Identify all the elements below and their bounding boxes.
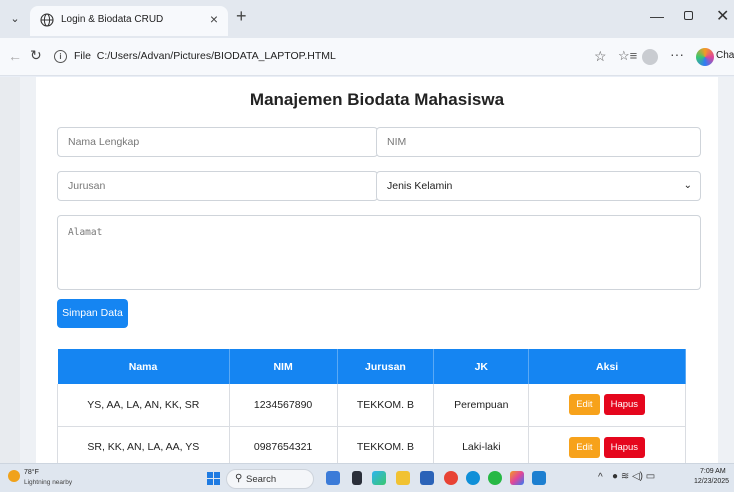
cell-aksi: Edit Hapus: [528, 384, 686, 427]
table-header-row: Nama NIM Jurusan JK Aksi: [57, 349, 686, 384]
reload-icon[interactable]: ↻: [30, 47, 42, 64]
nama-placeholder: Nama Lengkap: [68, 136, 140, 148]
store-icon[interactable]: [420, 471, 434, 485]
scrollbar[interactable]: [720, 77, 734, 463]
header-nim: NIM: [229, 349, 338, 384]
chevron-down-icon[interactable]: ⌄: [6, 10, 24, 28]
weather-icon[interactable]: [8, 470, 20, 482]
search-label: Search: [246, 474, 277, 485]
biodata-card: Manajemen Biodata Mahasiswa Nama Lengkap…: [36, 77, 718, 469]
address-text: File C:/Users/Advan/Pictures/BIODATA_LAP…: [74, 50, 336, 62]
close-icon[interactable]: ×: [210, 11, 218, 27]
cell-nama: SR, KK, AN, LA, AA, YS: [57, 426, 230, 469]
cell-nama: YS, AA, LA, AN, KK, SR: [57, 384, 230, 427]
cell-nim: 0987654321: [229, 426, 338, 469]
page-title: Manajemen Biodata Mahasiswa: [249, 90, 505, 109]
minimize-icon[interactable]: —: [650, 8, 664, 24]
header-aksi: Aksi: [528, 349, 686, 384]
nim-input[interactable]: NIM: [376, 127, 701, 157]
clock-date[interactable]: 12/23/2025: [694, 478, 729, 485]
globe-icon: [40, 13, 54, 27]
left-gutter: [0, 77, 20, 463]
favorites-icon[interactable]: ☆≡: [618, 48, 637, 64]
chrome-icon[interactable]: [444, 471, 458, 485]
address-path: C:/Users/Advan/Pictures/BIODATA_LAPTOP.H…: [96, 50, 336, 62]
search-icon: ⚲: [235, 473, 243, 484]
jk-selected: Jenis Kelamin: [387, 180, 453, 192]
profile-icon[interactable]: [642, 49, 658, 65]
info-icon[interactable]: i: [54, 50, 67, 63]
header-jurusan: Jurusan: [337, 349, 435, 384]
cell-jk: Perempuan: [433, 384, 530, 427]
edge-icon[interactable]: [372, 471, 386, 485]
address-bar[interactable]: i File C:/Users/Advan/Pictures/BIODATA_L…: [50, 44, 610, 70]
header-nama: Nama: [57, 349, 230, 384]
nim-placeholder: NIM: [387, 136, 407, 148]
chevron-up-icon[interactable]: ^: [598, 472, 603, 483]
cell-nim: 1234567890: [229, 384, 338, 427]
windows-start-icon[interactable]: [207, 472, 220, 485]
cell-jurusan: TEKKOM. B: [337, 426, 435, 469]
jurusan-input[interactable]: Jurusan: [57, 171, 378, 201]
biodata-table: Nama NIM Jurusan JK Aksi YS, AA, LA, AN,…: [57, 349, 686, 469]
new-tab-button[interactable]: +: [236, 6, 247, 27]
widgets-icon[interactable]: [326, 471, 340, 485]
save-button[interactable]: Simpan Data: [57, 299, 128, 328]
tab-bar: ⌄ Login & Biodata CRUD × + — ✕: [0, 0, 734, 38]
tab-title: Login & Biodata CRUD: [61, 14, 164, 25]
browser-icon[interactable]: [466, 471, 480, 485]
header-jk: JK: [433, 349, 530, 384]
system-tray-icons[interactable]: ● ≋ ◁) ▭: [612, 471, 655, 482]
edit-button[interactable]: Edit: [569, 436, 600, 458]
browser-tab[interactable]: Login & Biodata CRUD ×: [30, 6, 228, 36]
address-prefix: File: [74, 50, 91, 62]
star-icon[interactable]: ☆: [594, 48, 607, 65]
whatsapp-icon[interactable]: [488, 471, 502, 485]
nama-input[interactable]: Nama Lengkap: [57, 127, 378, 157]
file-explorer-icon[interactable]: [396, 471, 410, 485]
weather-temp[interactable]: 78°F: [24, 469, 39, 476]
edit-button[interactable]: Edit: [569, 394, 600, 416]
browser-toolbar: ← ↻ i File C:/Users/Advan/Pictures/BIODA…: [0, 38, 734, 76]
copilot-icon[interactable]: [510, 471, 524, 485]
cell-aksi: Edit Hapus: [528, 426, 686, 469]
chevron-down-icon: ⌄: [683, 180, 692, 191]
jurusan-placeholder: Jurusan: [68, 180, 106, 192]
cell-jurusan: TEKKOM. B: [337, 384, 435, 427]
task-view-icon[interactable]: [352, 471, 362, 485]
back-arrow-icon[interactable]: ←: [8, 48, 22, 64]
alamat-placeholder: Alamat: [68, 227, 103, 238]
table-row: YS, AA, LA, AN, KK, SR 1234567890 TEKKOM…: [57, 384, 686, 427]
alamat-textarea[interactable]: Alamat: [57, 215, 701, 290]
table-row: SR, KK, AN, LA, AA, YS 0987654321 TEKKOM…: [57, 426, 686, 469]
maximize-icon[interactable]: [684, 11, 693, 20]
chat-label[interactable]: Chat: [716, 50, 734, 61]
delete-button[interactable]: Hapus: [603, 394, 646, 416]
jenis-kelamin-select[interactable]: Jenis Kelamin ⌄: [376, 171, 701, 201]
taskbar-search[interactable]: ⚲ Search: [226, 469, 314, 489]
window-close-icon[interactable]: ✕: [716, 6, 729, 26]
weather-desc[interactable]: Lightning nearby: [24, 479, 72, 486]
delete-button[interactable]: Hapus: [603, 436, 646, 458]
more-icon[interactable]: ···: [670, 46, 684, 62]
vscode-icon[interactable]: [532, 471, 546, 485]
page-viewport: Manajemen Biodata Mahasiswa Nama Lengkap…: [0, 77, 734, 469]
copilot-icon[interactable]: [696, 48, 714, 66]
taskbar: 78°F Lightning nearby ⚲ Search ^ ● ≋ ◁) …: [0, 463, 734, 492]
clock-time[interactable]: 7:09 AM: [700, 468, 726, 475]
cell-jk: Laki-laki: [433, 426, 530, 469]
